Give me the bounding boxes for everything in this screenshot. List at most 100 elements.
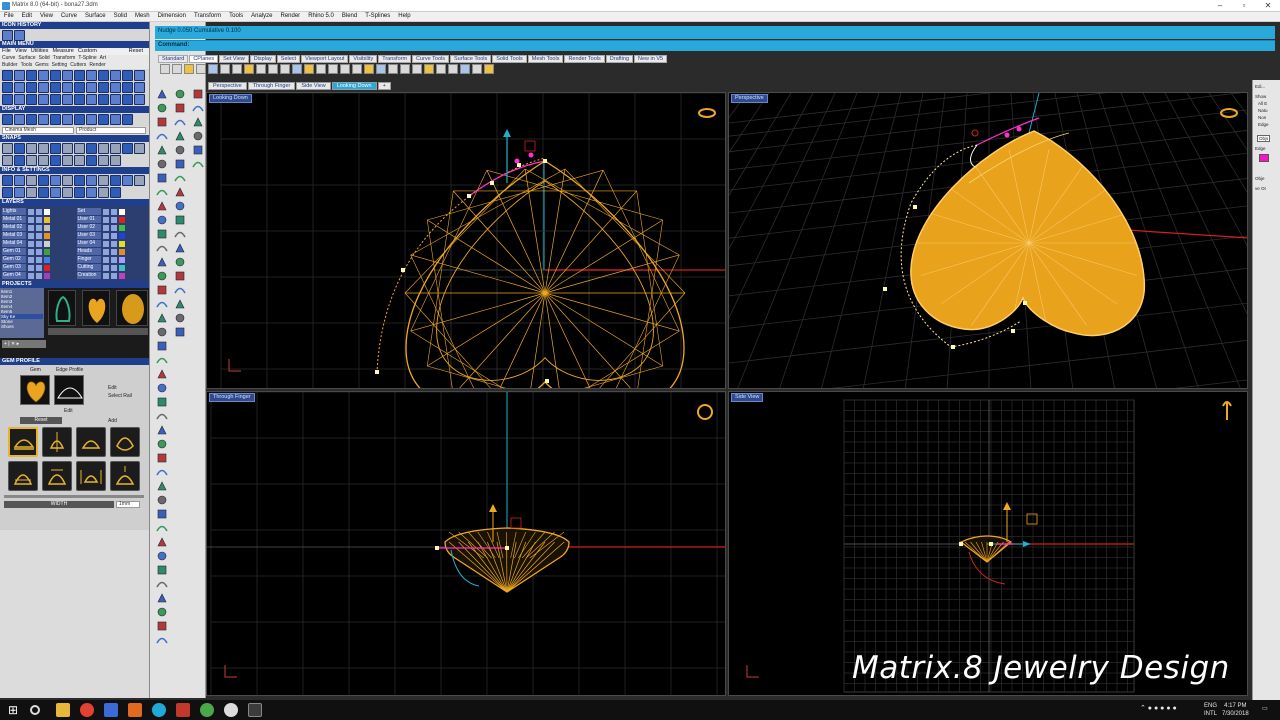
layer-color-swatch[interactable]	[118, 248, 125, 255]
command-line[interactable]: Command:	[155, 40, 1275, 51]
tool-icon[interactable]	[50, 155, 61, 166]
toolbar-tab[interactable]: Select	[276, 55, 301, 63]
cplane-tool-icon[interactable]	[280, 64, 290, 74]
tool-icon[interactable]	[26, 175, 37, 186]
modeling-tool-icon[interactable]	[156, 242, 168, 254]
modeling-tool-icon[interactable]	[156, 214, 168, 226]
layer-color-swatch[interactable]	[44, 224, 50, 231]
tool-icon[interactable]	[110, 114, 121, 125]
layer-visibility-toggle[interactable]	[102, 224, 109, 231]
tool-icon[interactable]	[14, 175, 25, 186]
edit-label[interactable]: Edit	[64, 408, 73, 414]
tool-icon[interactable]	[98, 143, 109, 154]
profile-option-8-button[interactable]	[110, 461, 140, 491]
modeling-tool-icon[interactable]	[156, 564, 168, 576]
tool-icon[interactable]	[38, 187, 49, 198]
layer-row[interactable]: Metal 02	[2, 224, 73, 231]
modeling-tool-icon[interactable]	[156, 172, 168, 184]
cplane-tool-icon[interactable]	[472, 64, 482, 74]
tool-icon[interactable]	[98, 155, 109, 166]
menu-item[interactable]: Tools	[225, 12, 247, 21]
tool-icon[interactable]	[62, 187, 73, 198]
tool-icon[interactable]	[134, 175, 145, 186]
layer-lock-toggle[interactable]	[36, 240, 42, 247]
modeling-tool-icon[interactable]	[192, 116, 204, 128]
project-list[interactable]: Item1 Item2 Item3 Item4 Item5 Sky Ke Stone Shoe…	[0, 288, 44, 338]
main-menu-item[interactable]: Surface	[18, 55, 35, 62]
tool-icon[interactable]	[14, 82, 25, 93]
modeling-tool-icon[interactable]	[192, 88, 204, 100]
tool-icon[interactable]	[62, 82, 73, 93]
menu-item[interactable]: Rhino 5.0	[304, 12, 338, 21]
width-value-field[interactable]: 1mm	[116, 501, 140, 508]
modeling-tool-icon[interactable]	[192, 158, 204, 170]
tool-icon[interactable]	[74, 143, 85, 154]
layer-row[interactable]: Metal 04	[2, 240, 73, 247]
layer-visibility-toggle[interactable]	[102, 232, 109, 239]
cplane-tool-icon[interactable]	[292, 64, 302, 74]
tool-icon[interactable]	[2, 187, 13, 198]
layer-row[interactable]: User 03	[76, 232, 148, 239]
modeling-tool-icon[interactable]	[192, 144, 204, 156]
layer-color-swatch[interactable]	[118, 256, 125, 263]
tool-icon[interactable]	[122, 175, 133, 186]
layer-visibility-toggle[interactable]	[102, 248, 109, 255]
cplane-tool-icon[interactable]	[256, 64, 266, 74]
menu-item[interactable]: T-Splines	[361, 12, 394, 21]
tool-icon[interactable]	[50, 70, 61, 81]
reset-link[interactable]: Reset	[129, 48, 149, 55]
modeling-tool-icon[interactable]	[156, 592, 168, 604]
add-view-tab-button[interactable]: +	[377, 82, 391, 90]
toolbar-tab[interactable]: Viewport Layout	[301, 55, 349, 63]
modeling-tool-icon[interactable]	[174, 130, 186, 142]
modeling-tool-icon[interactable]	[174, 256, 186, 268]
layer-row[interactable]: Cutting	[76, 264, 148, 271]
toolbar-tab[interactable]: Transform	[378, 55, 412, 63]
tool-icon[interactable]	[38, 82, 49, 93]
modeling-tool-icon[interactable]	[174, 88, 186, 100]
menu-item[interactable]: Dimension	[154, 12, 190, 21]
tool-icon[interactable]	[62, 155, 73, 166]
app-icon[interactable]	[200, 703, 214, 717]
layer-visibility-toggle[interactable]	[102, 272, 109, 279]
modeling-tool-icon[interactable]	[174, 228, 186, 240]
modeling-tool-icon[interactable]	[156, 466, 168, 478]
modeling-tool-icon[interactable]	[156, 494, 168, 506]
layer-visibility-toggle[interactable]	[28, 272, 34, 279]
cplane-tool-icon[interactable]	[220, 64, 230, 74]
toolbar-tab[interactable]: Mesh Tools	[527, 55, 564, 63]
remove-other-option[interactable]: ve Ot	[1255, 186, 1266, 191]
tool-icon[interactable]	[86, 70, 97, 81]
layer-row[interactable]: Gem 01	[2, 248, 73, 255]
main-menu-tab[interactable]: File	[2, 48, 11, 55]
gem-profile-header[interactable]: GEM PROFILE	[0, 358, 149, 365]
menu-item[interactable]: Edit	[18, 12, 36, 21]
layer-row[interactable]: Metal 01	[2, 216, 73, 223]
layer-visibility-toggle[interactable]	[28, 232, 34, 239]
tool-icon[interactable]	[62, 114, 73, 125]
modeling-tool-icon[interactable]	[156, 312, 168, 324]
modeling-tool-icon[interactable]	[174, 242, 186, 254]
close-button[interactable]: ✕	[1258, 0, 1278, 12]
viewport-label[interactable]: Looking Down	[209, 94, 252, 103]
project-controls[interactable]: + | ✕ ▸	[2, 340, 46, 348]
history-tool-icon[interactable]	[14, 30, 25, 41]
layer-visibility-toggle[interactable]	[102, 240, 109, 247]
toolbar-tab[interactable]: Display	[249, 55, 276, 63]
tool-icon[interactable]	[50, 175, 61, 186]
modeling-tool-icon[interactable]	[156, 452, 168, 464]
matrix-taskbar-icon[interactable]	[248, 703, 262, 717]
app-icon[interactable]	[104, 703, 118, 717]
layer-visibility-toggle[interactable]	[102, 208, 109, 215]
modeling-tool-icon[interactable]	[156, 340, 168, 352]
menu-item[interactable]: Curve	[57, 12, 81, 21]
modeling-tool-icon[interactable]	[156, 480, 168, 492]
edge-profile-tab[interactable]: Edge Profile	[56, 367, 83, 373]
tool-icon[interactable]	[110, 155, 121, 166]
project-list-item[interactable]: Shoes	[1, 324, 43, 329]
main-menu-item[interactable]: Cutters	[70, 62, 86, 69]
layer-visibility-toggle[interactable]	[28, 264, 34, 271]
tool-icon[interactable]	[86, 143, 97, 154]
cplane-tool-icon[interactable]	[448, 64, 458, 74]
toolbar-tab[interactable]: Set View	[219, 55, 249, 63]
